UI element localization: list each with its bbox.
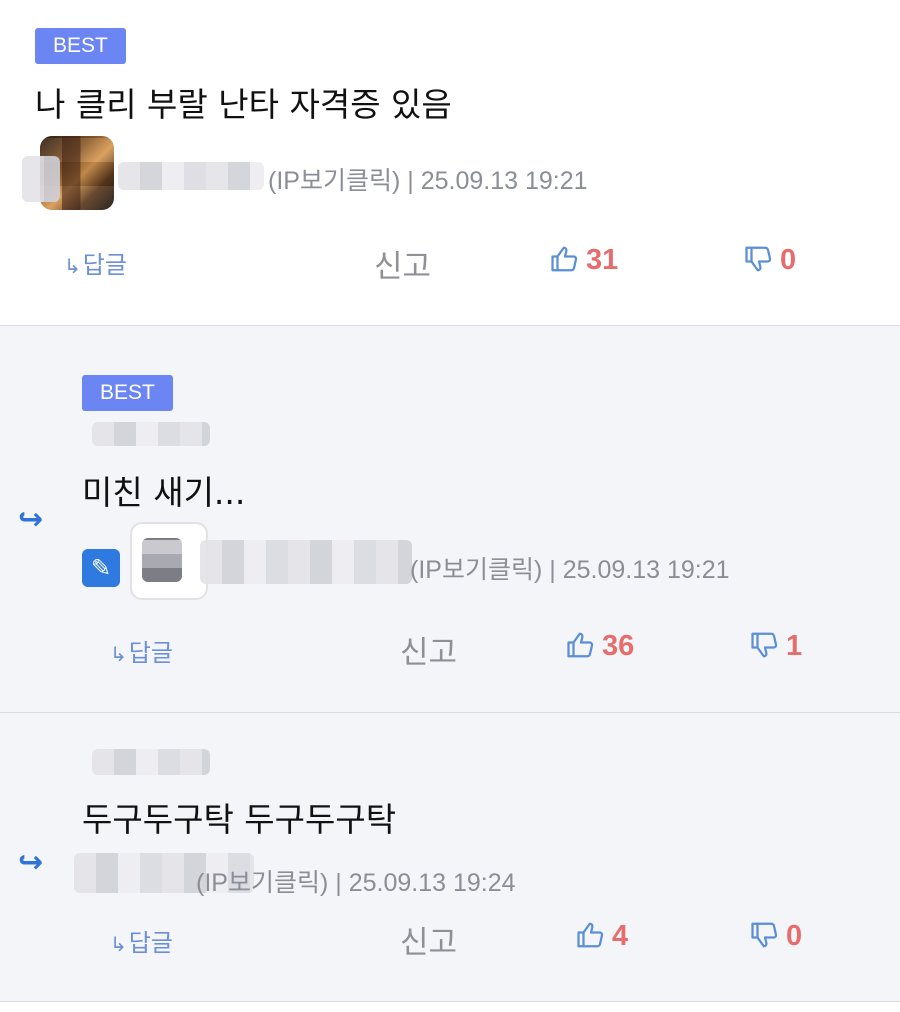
meta-divider: |	[407, 167, 421, 195]
dislike-count: 1	[786, 630, 803, 662]
reply-button[interactable]: ↳답글	[64, 245, 127, 280]
thumbs-up-icon	[577, 922, 604, 948]
comment-actions: ↳답글 신고 36 1	[0, 623, 900, 673]
ip-view-link[interactable]: (IP보기클릭)	[196, 869, 328, 897]
ip-view-link[interactable]: (IP보기클릭)	[268, 167, 400, 195]
blurred-nickname	[22, 156, 60, 202]
comment-text: 두구두구탁 두구두구탁	[82, 800, 397, 839]
thumbs-down-icon	[751, 632, 778, 658]
comment-meta: (IP보기클릭) | 25.09.13 19:24	[196, 863, 516, 899]
meta-divider: |	[335, 869, 349, 897]
report-button[interactable]: 신고	[374, 241, 431, 286]
reply-label: 답글	[128, 639, 173, 667]
blurred-parent-nickname	[92, 422, 210, 446]
thumbs-up-icon	[551, 246, 578, 272]
report-button[interactable]: 신고	[400, 917, 457, 962]
comment-3: ↪ 두구두구탁 두구두구탁 (IP보기클릭) | 25.09.13 19:24 …	[0, 713, 900, 1002]
dislike-count: 0	[786, 920, 803, 952]
pen-icon: ✎	[82, 549, 120, 587]
comment-actions: ↳답글 신고 4 0	[0, 913, 900, 963]
thumbs-down-icon	[745, 246, 772, 272]
meta-divider: |	[549, 556, 563, 584]
reply-arrow-icon: ↪	[18, 845, 44, 880]
reply-label: 답글	[82, 251, 127, 279]
reply-arrow-icon: ↪	[18, 502, 44, 537]
comment-best-2: ↪ BEST 미친 새기... ✎ (IP보기클릭) | 25.09.13 19…	[0, 326, 900, 713]
ip-view-link[interactable]: (IP보기클릭)	[410, 556, 542, 584]
reply-button[interactable]: ↳답글	[110, 633, 173, 668]
comment-text: 미친 새기...	[82, 473, 246, 512]
comment-best-1: BEST 나 클리 부랄 난타 자격증 있음 (IP보기클릭) | 25.09.…	[0, 0, 900, 326]
comment-text: 나 클리 부랄 난타 자격증 있음	[35, 85, 452, 124]
like-button[interactable]: 31	[550, 244, 618, 277]
like-button[interactable]: 36	[566, 630, 634, 663]
like-count: 4	[612, 920, 629, 952]
reply-arrow-icon: ↳	[110, 642, 127, 666]
comment-meta: (IP보기클릭) | 25.09.13 19:21	[268, 161, 588, 197]
dislike-button[interactable]: 0	[744, 244, 796, 277]
like-count: 31	[586, 244, 619, 276]
comment-meta: (IP보기클릭) | 25.09.13 19:21	[410, 550, 730, 586]
reply-button[interactable]: ↳답글	[110, 923, 173, 958]
comment-datetime: 25.09.13 19:24	[348, 869, 516, 897]
blurred-parent-nickname	[92, 749, 210, 775]
best-badge: BEST	[35, 28, 126, 64]
dislike-count: 0	[780, 244, 797, 276]
reply-label: 답글	[128, 929, 173, 957]
like-count: 36	[602, 630, 635, 662]
thumbs-down-icon	[751, 922, 778, 948]
dislike-button[interactable]: 0	[750, 920, 802, 953]
comment-actions: ↳답글 신고 31 0	[0, 237, 900, 287]
blurred-nickname[interactable]	[118, 162, 264, 190]
dislike-button[interactable]: 1	[750, 630, 802, 663]
comment-datetime: 25.09.13 19:21	[420, 167, 588, 195]
best-badge: BEST	[82, 375, 173, 411]
like-button[interactable]: 4	[576, 920, 628, 953]
report-button[interactable]: 신고	[400, 627, 457, 672]
blurred-nickname[interactable]	[200, 540, 412, 584]
comment-datetime: 25.09.13 19:21	[562, 556, 730, 584]
reply-arrow-icon: ↳	[110, 932, 127, 956]
reply-arrow-icon: ↳	[64, 254, 81, 278]
avatar[interactable]	[130, 522, 208, 600]
thumbs-up-icon	[567, 632, 594, 658]
